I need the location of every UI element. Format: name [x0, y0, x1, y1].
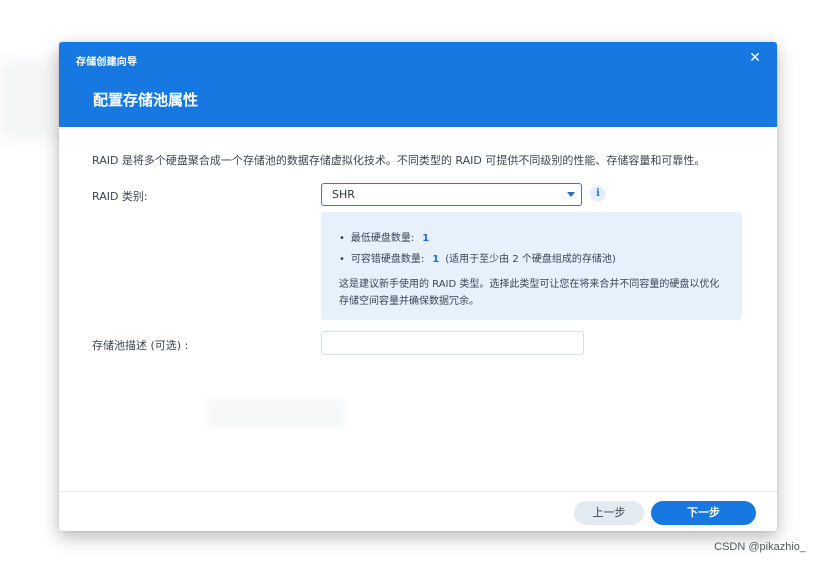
min-disks-value: 1: [422, 233, 430, 244]
info-icon[interactable]: i: [590, 186, 606, 202]
bullet-icon: •: [339, 233, 345, 244]
background-blur: [0, 60, 60, 140]
pool-description-label: 存储池描述 (可选) :: [92, 339, 189, 352]
min-disks-label: 最低硬盘数量:: [350, 233, 415, 244]
chevron-down-icon: [567, 192, 575, 197]
pool-description-input[interactable]: [321, 331, 584, 355]
wizard-title: 存储创建向导: [76, 57, 138, 68]
watermark: CSDN @pikazhio_: [714, 541, 806, 553]
previous-button[interactable]: 上一步: [574, 501, 644, 525]
raid-description: RAID 是将多个硬盘聚合成一个存储池的数据存储虚拟化技术。不同类型的 RAID…: [92, 154, 706, 167]
page-title: 配置存储池属性: [93, 91, 199, 109]
min-disks-row: • 最低硬盘数量: 1: [339, 229, 435, 244]
dialog-header: 存储创建向导 ✕ 配置存储池属性: [59, 42, 777, 127]
tolerance-label: 可容错硬盘数量:: [350, 254, 425, 265]
tolerance-row: • 可容错硬盘数量: 1 (适用于至少由 2 个硬盘组成的存储池): [339, 250, 616, 265]
tolerance-note: (适用于至少由 2 个硬盘组成的存储池): [445, 254, 616, 265]
tolerance-value: 1: [432, 254, 440, 265]
raid-info-paragraph: 这是建议新手使用的 RAID 类型。选择此类型可让您在将来合并不同容量的硬盘以优…: [339, 279, 720, 307]
raid-type-label: RAID 类别:: [92, 190, 148, 203]
bullet-icon: •: [339, 254, 345, 265]
dialog-footer: 上一步 下一步: [59, 491, 777, 531]
next-button[interactable]: 下一步: [651, 501, 756, 525]
storage-wizard-dialog: 存储创建向导 ✕ 配置存储池属性 RAID 是将多个硬盘聚合成一个存储池的数据存…: [59, 42, 777, 531]
raid-type-value: SHR: [332, 188, 355, 201]
raid-type-select[interactable]: SHR: [321, 183, 582, 206]
raid-info-box: • 最低硬盘数量: 1 • 可容错硬盘数量: 1 (适用于至少由 2 个硬盘组成的存储池)…: [321, 212, 742, 320]
blurred-placeholder: [207, 400, 345, 428]
close-icon[interactable]: ✕: [747, 50, 763, 66]
